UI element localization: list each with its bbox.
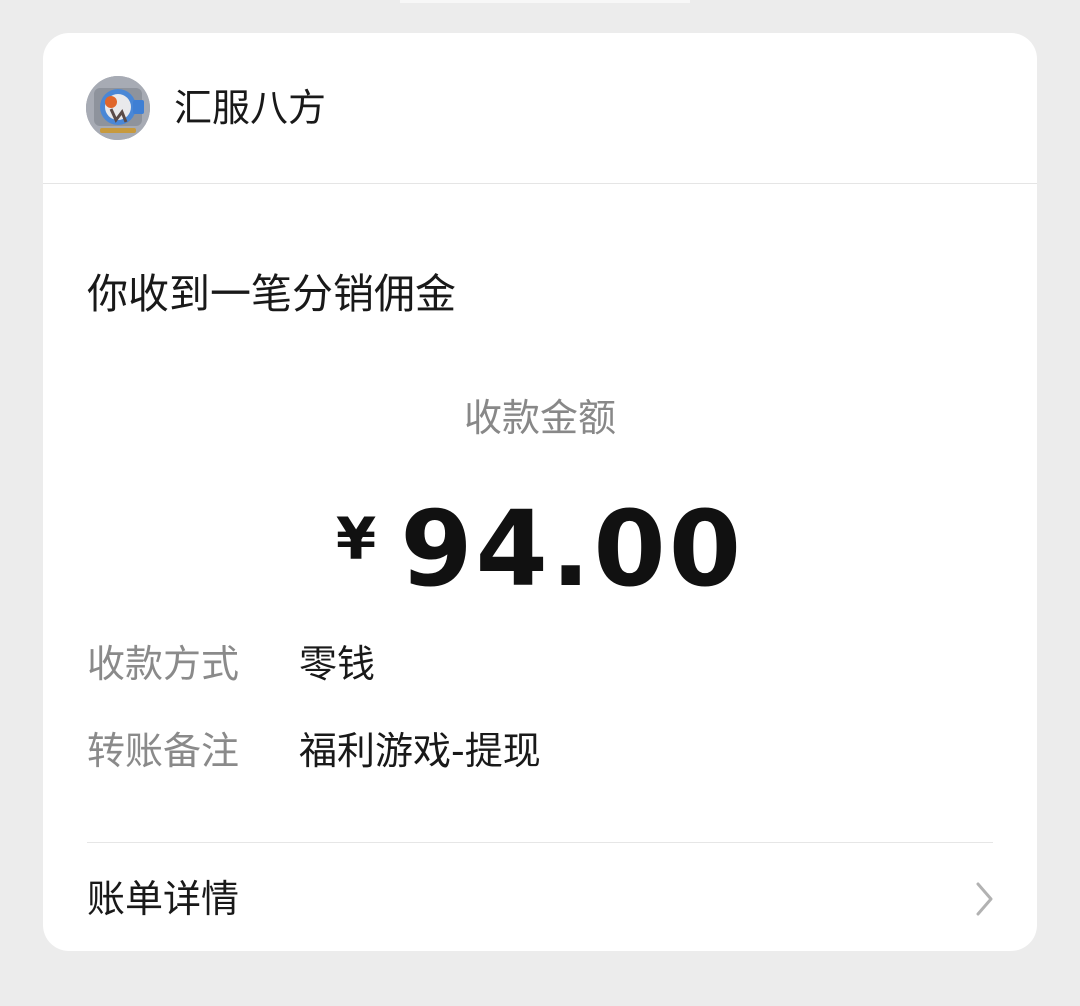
message-card: 汇服八方 你收到一笔分销佣金 收款金额 ¥94.00 收款方式 零钱 转账备注 … (43, 33, 1037, 951)
payment-method-value: 零钱 (299, 642, 376, 686)
merchant-avatar-icon[interactable] (86, 76, 150, 140)
currency-symbol: ¥ (335, 505, 377, 573)
amount-label: 收款金额 (463, 396, 616, 440)
merchant-name[interactable]: 汇服八方 (174, 85, 326, 131)
transfer-remark-label: 转账备注 (87, 729, 240, 773)
bill-details-label: 账单详情 (87, 877, 240, 921)
header-divider (43, 183, 1037, 184)
amount-display: ¥94.00 (43, 489, 1037, 609)
card-header[interactable]: 汇服八方 (43, 33, 1037, 183)
bill-details-link[interactable]: 账单详情 (43, 843, 1037, 951)
chevron-right-icon (976, 882, 993, 916)
notice-title: 你收到一笔分销佣金 (87, 270, 456, 318)
transfer-remark-value: 福利游戏-提现 (299, 729, 541, 773)
top-edge-sliver (400, 0, 690, 3)
amount-value: 94.00 (400, 488, 745, 610)
payment-method-label: 收款方式 (87, 642, 240, 686)
